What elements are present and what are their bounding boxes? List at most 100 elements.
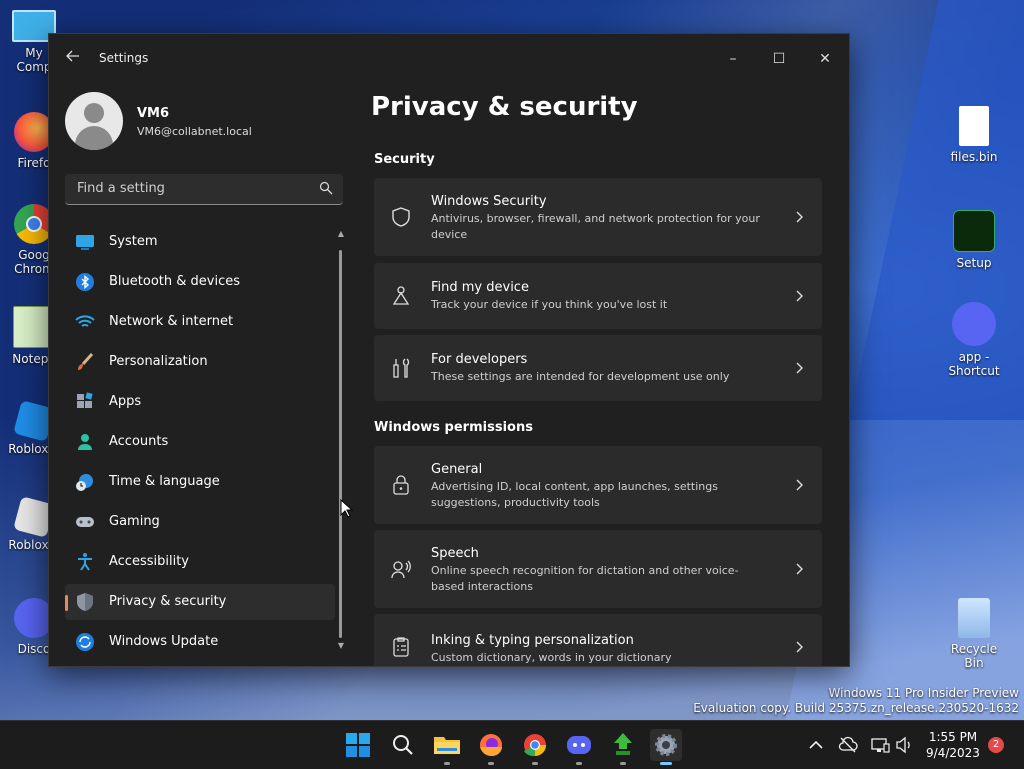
sidebar-item-privacy-security[interactable]: Privacy & security bbox=[65, 584, 335, 620]
taskbar-app[interactable] bbox=[607, 729, 639, 765]
desktop-icon-files-bin[interactable]: files.bin bbox=[942, 106, 1006, 164]
system-clock[interactable]: 1:55 PM 9/4/2023 bbox=[926, 729, 980, 761]
setup-icon bbox=[953, 210, 995, 252]
clipboard-list-icon bbox=[393, 637, 409, 657]
sidebar-item-time-language[interactable]: Time & language bbox=[65, 464, 335, 500]
developer-tools-icon bbox=[393, 358, 410, 378]
gamepad-icon bbox=[76, 517, 94, 527]
sidebar-item-label: Windows Update bbox=[109, 634, 219, 649]
card-title: General bbox=[431, 462, 483, 477]
desktop-icon-label: Setup bbox=[956, 256, 992, 270]
section-heading-windows-permissions: Windows permissions bbox=[374, 420, 533, 435]
folder-icon bbox=[434, 737, 460, 754]
scroll-down-icon[interactable]: ▼ bbox=[337, 642, 345, 650]
chevron-right-icon bbox=[796, 641, 803, 653]
sidebar-item-label: Network & internet bbox=[109, 314, 234, 329]
avatar-head bbox=[84, 103, 104, 123]
sidebar-item-label: Accounts bbox=[109, 434, 169, 449]
sidebar-item-system[interactable]: System bbox=[65, 224, 335, 260]
lock-icon bbox=[393, 475, 409, 495]
chevron-up-icon[interactable] bbox=[806, 735, 826, 755]
sidebar-item-label: Privacy & security bbox=[109, 594, 227, 609]
avatar-body bbox=[75, 126, 113, 150]
search-icon[interactable] bbox=[319, 181, 333, 195]
windows-start-icon bbox=[346, 733, 370, 757]
card-find-my-device[interactable]: Find my device Track your device if you … bbox=[374, 263, 822, 329]
avatar[interactable] bbox=[65, 92, 123, 150]
desktop-icon-label: app - Shortcut bbox=[948, 350, 1000, 378]
taskbar-search-button[interactable] bbox=[387, 729, 419, 761]
notification-badge[interactable]: 2 bbox=[988, 737, 1004, 753]
running-indicator bbox=[660, 762, 672, 765]
minimize-button[interactable]: – bbox=[711, 44, 755, 74]
watermark-line: Windows 11 Pro Insider Preview bbox=[828, 686, 1019, 700]
taskbar-chrome[interactable] bbox=[519, 729, 551, 765]
firefox-icon bbox=[480, 734, 502, 756]
taskbar: 1:55 PM 9/4/2023 2 bbox=[0, 720, 1024, 769]
back-arrow-icon bbox=[66, 50, 79, 62]
discord-icon bbox=[952, 302, 996, 346]
card-windows-security[interactable]: Windows Security Antivirus, browser, fir… bbox=[374, 178, 822, 256]
card-for-developers[interactable]: For developers These settings are intend… bbox=[374, 335, 822, 401]
cloud-offline-icon[interactable] bbox=[838, 735, 858, 755]
sidebar-item-accessibility[interactable]: Accessibility bbox=[65, 544, 335, 580]
sidebar-item-bluetooth[interactable]: Bluetooth & devices bbox=[65, 264, 335, 300]
maximize-button[interactable]: ☐ bbox=[757, 44, 801, 74]
accessibility-icon bbox=[78, 553, 92, 571]
card-general[interactable]: General Advertising ID, local content, a… bbox=[374, 446, 822, 524]
title-bar: Settings – ☐ ✕ bbox=[49, 34, 849, 82]
card-inking-typing[interactable]: Inking & typing personalization Custom d… bbox=[374, 614, 822, 666]
taskbar-start-button[interactable] bbox=[342, 729, 374, 761]
page-title: Privacy & security bbox=[371, 92, 638, 122]
search-input[interactable] bbox=[75, 180, 309, 197]
card-description: These settings are intended for developm… bbox=[431, 370, 730, 383]
wifi-icon bbox=[75, 315, 95, 327]
taskbar-settings[interactable] bbox=[650, 729, 682, 765]
globe-clock-icon bbox=[76, 474, 93, 491]
desktop-icon-recycle-bin[interactable]: Recycle Bin bbox=[942, 598, 1006, 670]
main-content: Privacy & security Security Windows Secu… bbox=[371, 82, 825, 666]
taskbar-firefox[interactable] bbox=[475, 729, 507, 765]
user-email: VM6@collabnet.local bbox=[137, 125, 252, 138]
search-icon bbox=[393, 735, 413, 755]
volume-icon[interactable] bbox=[894, 735, 914, 755]
sidebar-item-apps[interactable]: Apps bbox=[65, 384, 335, 420]
chevron-right-icon bbox=[796, 362, 803, 374]
desktop-icon-label: My Comp bbox=[16, 46, 52, 74]
sidebar-item-windows-update[interactable]: Windows Update bbox=[65, 624, 335, 660]
running-indicator bbox=[488, 762, 494, 765]
network-icon[interactable] bbox=[870, 735, 890, 755]
sidebar-item-network[interactable]: Network & internet bbox=[65, 304, 335, 340]
sidebar-item-personalization[interactable]: Personalization bbox=[65, 344, 335, 380]
sidebar-item-label: Personalization bbox=[109, 354, 208, 369]
close-button[interactable]: ✕ bbox=[803, 44, 847, 74]
desktop-icon-app-shortcut[interactable]: app - Shortcut bbox=[942, 302, 1006, 378]
back-button[interactable] bbox=[63, 48, 83, 68]
card-description: Advertising ID, local content, app launc… bbox=[431, 480, 718, 509]
clock-date: 9/4/2023 bbox=[926, 746, 980, 760]
chevron-right-icon bbox=[796, 479, 803, 491]
running-indicator bbox=[444, 762, 450, 765]
sidebar-item-label: System bbox=[109, 234, 158, 249]
shield-icon bbox=[77, 593, 93, 611]
scrollbar-thumb[interactable] bbox=[339, 250, 342, 638]
desktop-icon-label: Disco bbox=[17, 642, 51, 656]
clock-time: 1:55 PM bbox=[928, 730, 978, 744]
section-heading-security: Security bbox=[374, 152, 435, 167]
sidebar-item-gaming[interactable]: Gaming bbox=[65, 504, 335, 540]
sidebar-nav: System Bluetooth & devices Network & int… bbox=[65, 224, 335, 664]
gear-icon bbox=[655, 734, 677, 756]
sidebar-item-label: Accessibility bbox=[109, 554, 189, 569]
discord-icon bbox=[567, 736, 591, 754]
taskbar-discord[interactable] bbox=[563, 729, 595, 765]
desktop-icon-setup[interactable]: Setup bbox=[942, 210, 1006, 270]
sidebar-scrollbar[interactable]: ▲ ▼ bbox=[337, 230, 345, 650]
desktop-icon-label: files.bin bbox=[950, 150, 998, 164]
running-indicator bbox=[620, 762, 626, 765]
card-speech[interactable]: Speech Online speech recognition for dic… bbox=[374, 530, 822, 608]
scroll-up-icon[interactable]: ▲ bbox=[337, 230, 345, 238]
taskbar-file-explorer[interactable] bbox=[431, 729, 463, 765]
sidebar: VM6 VM6@collabnet.local System Bluetooth… bbox=[49, 82, 359, 666]
sidebar-item-accounts[interactable]: Accounts bbox=[65, 424, 335, 460]
desktop-icon-label: Recycle Bin bbox=[950, 642, 998, 670]
